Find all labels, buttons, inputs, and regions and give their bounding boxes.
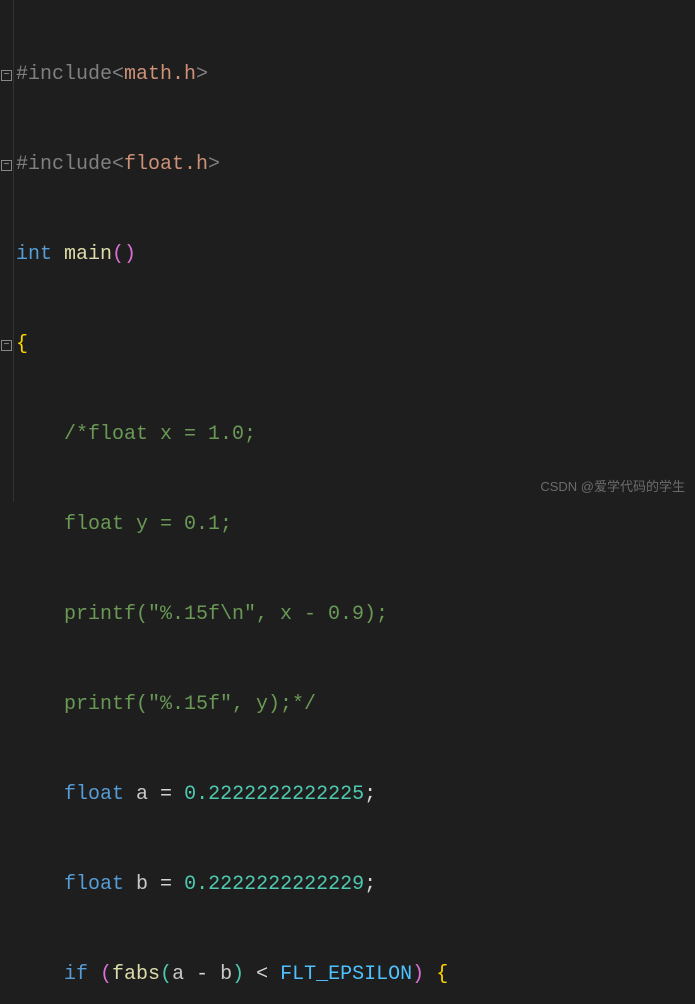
code-line[interactable]: /*float x = 1.0; — [16, 420, 695, 450]
code-line[interactable]: printf("%.15f", y);*/ — [16, 690, 695, 720]
fold-marker[interactable]: − — [1, 160, 12, 171]
code-line[interactable]: #include<math.h> — [16, 60, 695, 90]
code-line[interactable]: #include<float.h> — [16, 150, 695, 180]
code-area[interactable]: #include<math.h> #include<float.h> int m… — [14, 0, 695, 502]
code-editor[interactable]: − − − #include<math.h> #include<float.h>… — [0, 0, 695, 502]
code-line[interactable]: float a = 0.2222222222225; — [16, 780, 695, 810]
code-line[interactable]: float y = 0.1; — [16, 510, 695, 540]
code-line[interactable]: { — [16, 330, 695, 360]
watermark-text: CSDN @爱学代码的学生 — [540, 477, 685, 497]
code-line[interactable]: if (fabs(a - b) < FLT_EPSILON) { — [16, 960, 695, 990]
code-line[interactable]: int main() — [16, 240, 695, 270]
code-line[interactable]: float b = 0.2222222222229; — [16, 870, 695, 900]
code-line[interactable]: printf("%.15f\n", x - 0.9); — [16, 600, 695, 630]
fold-gutter: − − − — [0, 0, 14, 502]
fold-marker[interactable]: − — [1, 70, 12, 81]
fold-marker[interactable]: − — [1, 340, 12, 351]
